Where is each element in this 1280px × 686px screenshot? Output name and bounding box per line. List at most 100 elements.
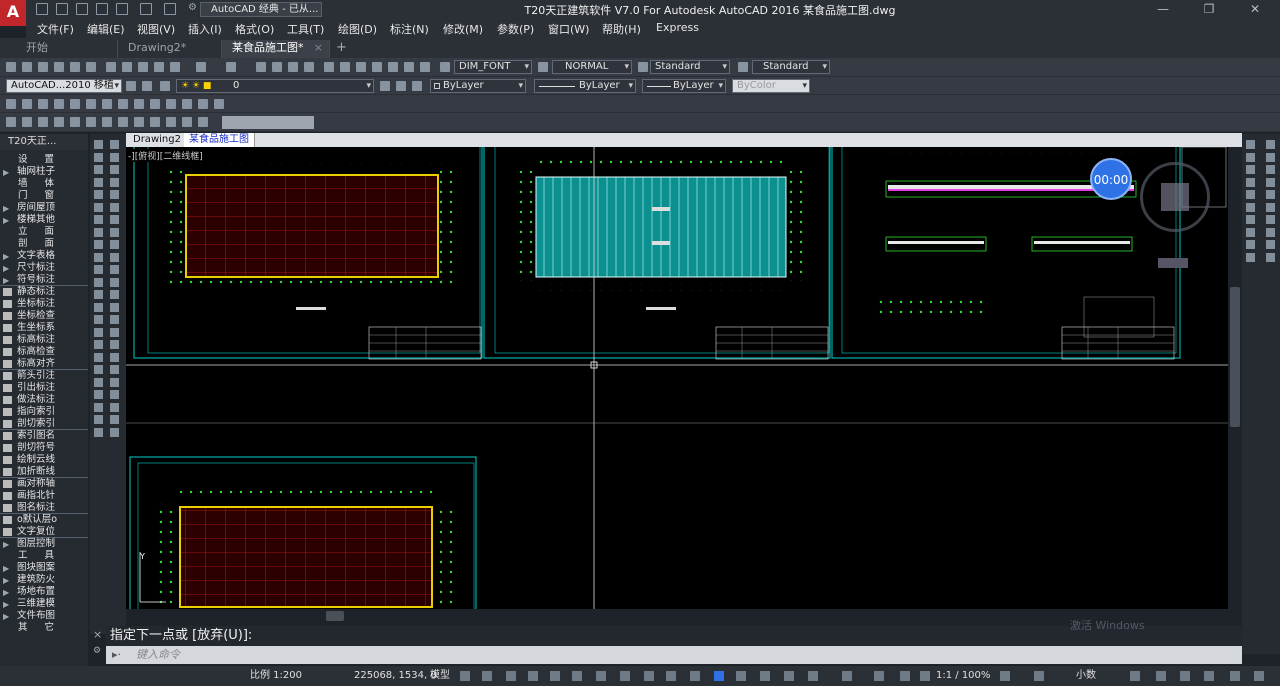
layer-isolate-icon[interactable] bbox=[412, 81, 422, 91]
plot-icon[interactable] bbox=[116, 3, 128, 15]
make-current-icon[interactable] bbox=[380, 81, 390, 91]
tool-icon[interactable] bbox=[94, 290, 103, 299]
tool-icon[interactable] bbox=[110, 290, 119, 299]
tool-icon[interactable] bbox=[94, 365, 103, 374]
tz-menu-item[interactable]: ▶ 楼梯其他 bbox=[0, 214, 88, 226]
tool-icon[interactable] bbox=[94, 177, 103, 187]
ucs-icon[interactable] bbox=[760, 671, 770, 681]
tool-icon[interactable] bbox=[110, 190, 119, 199]
tz-menu-item[interactable]: 标高标注 bbox=[0, 334, 88, 346]
tz-menu-item[interactable]: 工 具 bbox=[0, 550, 88, 562]
tool-icon[interactable] bbox=[94, 415, 103, 424]
infer-icon[interactable] bbox=[506, 671, 516, 681]
tool-icon[interactable] bbox=[1266, 165, 1275, 174]
menu-dimension[interactable]: 标注(N) bbox=[390, 21, 429, 37]
tool-icon[interactable] bbox=[110, 252, 119, 262]
tool-icon[interactable] bbox=[110, 427, 119, 437]
viewport-label[interactable]: -][俯视][二维线框] bbox=[128, 149, 203, 162]
tool-icon[interactable] bbox=[110, 152, 119, 162]
tool-icon[interactable] bbox=[94, 302, 103, 312]
tool-icon[interactable] bbox=[1246, 165, 1255, 174]
layer-select[interactable]: ☀ ☀ ■ 0 bbox=[176, 79, 374, 93]
tz-menu-item[interactable]: 设 置 bbox=[0, 154, 88, 166]
tz-menu-item[interactable]: ▶ 房间屋顶 bbox=[0, 202, 88, 214]
lineweight-icon[interactable] bbox=[666, 671, 676, 681]
restore-icon[interactable]: ❐ bbox=[1186, 1, 1232, 19]
tz-tool-icon[interactable] bbox=[70, 117, 80, 127]
tz-menu-item[interactable]: 指向索引 bbox=[0, 406, 88, 418]
tool-icon[interactable] bbox=[94, 152, 103, 162]
preview-icon[interactable] bbox=[70, 62, 80, 72]
recording-timer[interactable]: 00:00 bbox=[1090, 158, 1132, 200]
menu-file[interactable]: 文件(F) bbox=[37, 21, 74, 37]
tab-current-drawing[interactable]: 某食品施工图* × bbox=[222, 40, 330, 58]
annotation-scale-icon[interactable] bbox=[920, 671, 930, 681]
tool-icon[interactable] bbox=[1246, 252, 1255, 262]
tool-icon[interactable] bbox=[94, 227, 103, 237]
menu-insert[interactable]: 插入(I) bbox=[188, 21, 222, 37]
tool-icon[interactable] bbox=[94, 165, 103, 174]
tz-tool-icon[interactable] bbox=[150, 117, 160, 127]
3d-osnap-icon[interactable] bbox=[736, 671, 746, 681]
vertical-scroll-thumb[interactable] bbox=[1230, 287, 1240, 427]
undo-icon[interactable] bbox=[140, 3, 152, 15]
markup-icon[interactable] bbox=[388, 62, 398, 72]
tz-menu-item[interactable]: 画指北针 bbox=[0, 490, 88, 502]
layer-state-icon[interactable] bbox=[160, 81, 170, 91]
tz-menu-item[interactable]: 做法标注 bbox=[0, 394, 88, 406]
viewcube-face[interactable] bbox=[1161, 183, 1189, 211]
save-as-icon[interactable] bbox=[96, 3, 108, 15]
lineweight-select[interactable]: ByLayer bbox=[642, 79, 726, 93]
menu-express[interactable]: Express bbox=[656, 21, 699, 34]
tz-menu-item[interactable]: o默认层o bbox=[0, 514, 88, 526]
tool-icon[interactable] bbox=[94, 252, 103, 262]
menu-view[interactable]: 视图(V) bbox=[137, 21, 175, 37]
layer-previous-icon[interactable] bbox=[396, 81, 406, 91]
command-prompt-icon[interactable]: ▸· bbox=[112, 646, 121, 664]
zoom-previous-icon[interactable] bbox=[304, 62, 314, 72]
tz-menu-item[interactable]: ▶ 文件布图 bbox=[0, 610, 88, 622]
grid-icon[interactable] bbox=[460, 671, 470, 681]
properties-icon[interactable] bbox=[324, 62, 334, 72]
transparency-icon[interactable] bbox=[690, 671, 700, 681]
tool-icon[interactable] bbox=[1246, 152, 1255, 162]
open-icon[interactable] bbox=[22, 62, 32, 72]
publish-icon[interactable] bbox=[86, 62, 96, 72]
match-prop-icon[interactable] bbox=[154, 62, 164, 72]
tool-icon[interactable] bbox=[110, 340, 119, 349]
units-select[interactable]: 小数 bbox=[1076, 666, 1096, 686]
tz-menu-item[interactable]: 墙 体 bbox=[0, 178, 88, 190]
tz-menu-item[interactable]: 画对称轴 bbox=[0, 478, 88, 490]
tz-menu-item[interactable]: ▶ 场地布置 bbox=[0, 586, 88, 598]
viewcube[interactable] bbox=[1140, 162, 1210, 232]
zoom-window-icon[interactable] bbox=[288, 62, 298, 72]
linetype-select[interactable]: ByLayer bbox=[534, 79, 636, 93]
doc-tab-drawing2[interactable]: Drawing2 bbox=[128, 133, 187, 147]
tool-icon[interactable] bbox=[110, 327, 119, 337]
tool-icon[interactable] bbox=[110, 365, 119, 374]
tool-icon[interactable] bbox=[1246, 190, 1255, 199]
redo-icon[interactable] bbox=[164, 3, 176, 15]
close-command-icon[interactable]: × bbox=[93, 628, 102, 641]
redo-icon[interactable] bbox=[226, 62, 236, 72]
annotation-scale[interactable]: 1:1 / 100% bbox=[936, 666, 990, 686]
tz-menu-item[interactable]: ▶ 轴网柱子 bbox=[0, 166, 88, 178]
tz-menu-item[interactable]: ▶ 建筑防火 bbox=[0, 574, 88, 586]
tz-menu-item[interactable]: 标高检查 bbox=[0, 346, 88, 358]
lock-ui-icon[interactable] bbox=[1156, 671, 1166, 681]
object-snap-icon[interactable] bbox=[644, 671, 654, 681]
tool-icon[interactable] bbox=[94, 340, 103, 349]
menu-edit[interactable]: 编辑(E) bbox=[87, 21, 125, 37]
tz-tool-icon[interactable] bbox=[182, 117, 192, 127]
plotstyle-select[interactable]: ByColor bbox=[732, 79, 810, 93]
workspace-icon[interactable] bbox=[900, 671, 910, 681]
tool-icon[interactable] bbox=[94, 327, 103, 337]
settings-icon[interactable] bbox=[1000, 671, 1010, 681]
tz-menu-item[interactable]: ▶ 尺寸标注 bbox=[0, 262, 88, 274]
tz-tool-icon[interactable] bbox=[118, 117, 128, 127]
selection-cycling-icon[interactable] bbox=[714, 671, 724, 681]
tool-icon[interactable] bbox=[110, 240, 119, 249]
tool-icon[interactable] bbox=[110, 202, 119, 212]
tool-icon[interactable] bbox=[1266, 252, 1275, 262]
tool-icon[interactable] bbox=[94, 240, 103, 249]
